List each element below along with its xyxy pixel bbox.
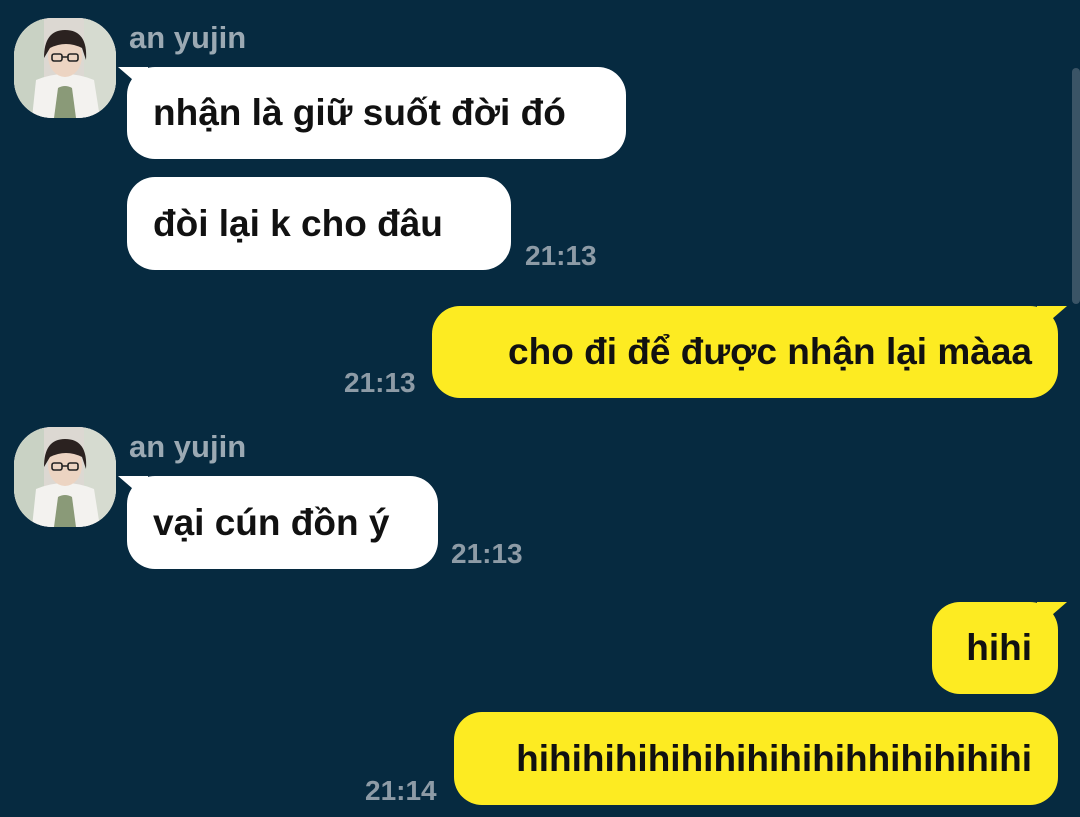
sender-name: an yujin	[129, 429, 247, 464]
incoming-message-bubble[interactable]: nhận là giữ suốt đời đó	[127, 67, 626, 159]
outgoing-message-bubble[interactable]: cho đi để được nhận lại màaa	[432, 306, 1058, 398]
avatar-photo-icon	[14, 427, 116, 527]
avatar-photo-icon	[14, 18, 116, 118]
incoming-message-bubble[interactable]: đòi lại k cho đâu	[127, 177, 511, 270]
message-timestamp: 21:13	[451, 538, 523, 569]
avatar[interactable]	[14, 427, 116, 527]
incoming-message-bubble[interactable]: vại cún đồn ý	[127, 476, 438, 569]
outgoing-message-bubble[interactable]: hihihihihihihihihihihhihihihihi	[454, 712, 1058, 805]
sender-name: an yujin	[129, 20, 247, 55]
avatar[interactable]	[14, 18, 116, 118]
message-timestamp: 21:13	[525, 240, 597, 271]
message-timestamp: 21:13	[344, 367, 416, 398]
outgoing-message-bubble[interactable]: hihi	[932, 602, 1058, 694]
scrollbar[interactable]	[1072, 68, 1080, 304]
chat-screen: { "colors": { "background": "#062a40", "…	[0, 0, 1080, 817]
message-timestamp: 21:14	[365, 775, 437, 806]
